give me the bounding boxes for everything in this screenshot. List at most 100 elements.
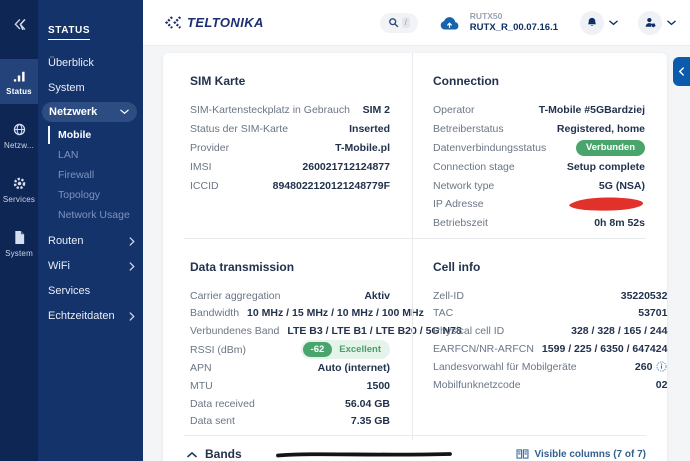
info-icon[interactable]: [656, 361, 667, 372]
account-expand-button[interactable]: [667, 20, 676, 26]
file-icon: [13, 230, 26, 245]
rssi-value-badge: -62: [303, 342, 333, 357]
connection-section: Connection OperatorT-Mobile #5GBardziej …: [412, 53, 667, 243]
row-value: Setup complete: [567, 161, 645, 173]
row-label: Betreiberstatus: [433, 123, 504, 135]
double-chevron-left-icon: [13, 19, 26, 30]
sidebar-subitem-topology[interactable]: Topology: [48, 186, 143, 204]
rail-item-network[interactable]: Netzw...: [0, 113, 38, 158]
row-value: Registered, home: [557, 123, 645, 135]
sidebar-subitem-network-usage[interactable]: Network Usage: [48, 206, 143, 224]
table-row: APNAuto (internet): [190, 359, 390, 377]
sidebar-item-label: Echtzeitdaten: [48, 310, 115, 322]
row-label: Physical cell ID: [433, 325, 504, 337]
black-marker-line: [276, 451, 452, 458]
row-label: IMSI: [190, 161, 212, 173]
row-label: MTU: [190, 380, 213, 392]
device-info: RUTX50 RUTX_R_00.07.16.1: [470, 11, 558, 34]
row-value: 1599 / 225 / 6350 / 647424: [542, 343, 668, 355]
search-icon: [388, 17, 399, 28]
row-value: 02: [656, 379, 668, 391]
sidebar-item-services[interactable]: Services: [38, 280, 143, 302]
table-row: Zell-ID35220532: [433, 287, 667, 305]
row-value: 260021712124877: [302, 161, 390, 173]
row-value: 56.04 GB: [345, 398, 390, 410]
panel-collapse-tab[interactable]: [673, 57, 690, 86]
bands-section-title[interactable]: Bands: [205, 447, 242, 461]
row-label: Zell-ID: [433, 290, 464, 302]
sidebar-subitem-label: Mobile: [58, 129, 91, 141]
table-row: IP Adresse: [433, 195, 645, 214]
top-header: TELTONIKA / RUTX50 RUTX_R_00.07.16.1: [143, 0, 690, 46]
globe-icon: [12, 122, 27, 137]
sidebar-section-title: STATUS: [48, 25, 90, 40]
row-value: 7.35 GB: [351, 415, 390, 427]
table-row: Data sent7.35 GB: [190, 412, 390, 430]
collapse-caret-icon[interactable]: [187, 451, 197, 458]
table-row: OperatorT-Mobile #5GBardziej: [433, 101, 645, 120]
table-row: DatenverbindungsstatusVerbunden: [433, 139, 645, 158]
chevron-down-icon: [120, 109, 129, 115]
row-value: 1500: [367, 380, 390, 392]
rail-item-services[interactable]: Services: [0, 167, 38, 212]
table-row: Betriebszeit0h 8m 52s: [433, 214, 645, 233]
mobile-status-card: SIM Karte SIM-Kartensteckplatz in Gebrau…: [163, 53, 667, 461]
brand-name: TELTONIKA: [187, 15, 264, 30]
account-group: [638, 11, 676, 35]
chevron-down-icon: [609, 20, 618, 26]
red-marker-scribble: [567, 196, 645, 212]
sidebar-item-label: Routen: [48, 235, 83, 247]
data-transmission-section: Data transmission Carrier aggregationAkt…: [163, 239, 412, 441]
chevron-down-icon: [667, 20, 676, 26]
table-row: Carrier aggregationAktiv: [190, 287, 390, 305]
row-value: 0h 8m 52s: [594, 217, 645, 229]
account-button[interactable]: [638, 11, 662, 35]
bell-icon: [586, 16, 598, 29]
sidebar: STATUS Überblick System Netzwerk Mobile …: [38, 0, 143, 461]
rail-item-status[interactable]: Status: [0, 59, 38, 104]
table-row: ICCID8948022120121248779F: [190, 176, 390, 195]
row-label: EARFCN/NR-ARFCN: [433, 343, 534, 355]
table-row: Status der SIM-KarteInserted: [190, 120, 390, 139]
sidebar-item-echtzeitdaten[interactable]: Echtzeitdaten: [38, 305, 143, 327]
row-label: Operator: [433, 104, 474, 116]
notifications-button[interactable]: [580, 11, 604, 35]
sidebar-subitem-lan[interactable]: LAN: [48, 146, 143, 164]
sidebar-item-routen[interactable]: Routen: [38, 230, 143, 252]
row-label: RSSI (dBm): [190, 344, 246, 356]
main-area: TELTONIKA / RUTX50 RUTX_R_00.07.16.1: [143, 0, 690, 461]
teltonika-logo-mark-icon: [163, 15, 183, 30]
table-row: Bandwidth10 MHz / 15 MHz / 10 MHz / 100 …: [190, 304, 390, 322]
notifications-expand-button[interactable]: [609, 20, 618, 26]
sidebar-item-netzwerk[interactable]: Netzwerk: [42, 102, 137, 122]
row-label: Network type: [433, 180, 494, 192]
user-gear-icon: [644, 16, 657, 29]
row-label: Status der SIM-Karte: [190, 123, 288, 135]
row-label: Verbundenes Band: [190, 325, 279, 337]
sidebar-item-ueberblick[interactable]: Überblick: [38, 52, 143, 74]
rail-item-label: System: [5, 249, 33, 258]
rail-item-system[interactable]: System: [0, 221, 38, 266]
sidebar-item-wifi[interactable]: WiFi: [38, 255, 143, 277]
table-row: Verbundenes BandLTE B3 / LTE B1 / LTE B2…: [190, 322, 390, 340]
section-title: Data transmission: [190, 260, 390, 274]
search-button[interactable]: /: [380, 13, 418, 33]
sidebar-item-system[interactable]: System: [38, 77, 143, 99]
sidebar-subitem-firewall[interactable]: Firewall: [48, 166, 143, 184]
row-label: Landesvorwahl für Mobilgeräte: [433, 361, 577, 373]
sidebar-item-label: WiFi: [48, 260, 70, 272]
sidebar-item-label: Überblick: [48, 57, 94, 69]
sidebar-subitem-mobile[interactable]: Mobile: [48, 126, 143, 144]
black-redaction-scribble: [276, 451, 452, 458]
cloud-upload-icon: [438, 15, 461, 31]
visible-columns-button[interactable]: Visible columns (7 of 7): [516, 449, 646, 460]
table-row: Landesvorwahl für Mobilgeräte 260: [433, 358, 667, 376]
sidebar-subitem-label: Firewall: [58, 169, 94, 181]
table-row: IMSI 260021712124877: [190, 157, 390, 176]
sidebar-collapse-button[interactable]: [0, 13, 38, 35]
sidebar-item-label: Services: [48, 285, 90, 297]
rms-cloud-button[interactable]: [438, 15, 461, 31]
rail-item-label: Services: [3, 195, 35, 204]
table-row: Data received56.04 GB: [190, 395, 390, 413]
section-title: SIM Karte: [190, 74, 390, 88]
